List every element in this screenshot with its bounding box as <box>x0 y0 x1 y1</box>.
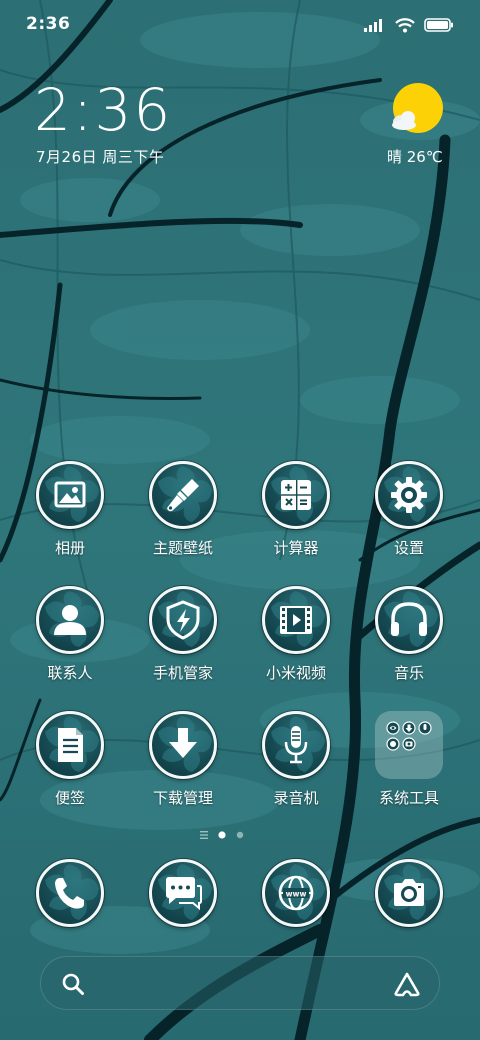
app-notes[interactable]: 便签 <box>15 711 125 823</box>
video-film-icon <box>271 591 325 647</box>
app-icon-button[interactable] <box>36 711 104 779</box>
home-list-icon <box>200 831 208 839</box>
dock-icon-button[interactable] <box>149 859 217 927</box>
status-icons <box>364 15 454 35</box>
calculator-icon <box>271 466 325 522</box>
dock-icon-button[interactable] <box>375 859 443 927</box>
app-label: 手机管家 <box>152 664 213 682</box>
app-video-film[interactable]: 小米视频 <box>241 586 351 698</box>
battery-icon <box>424 18 453 32</box>
phone-icon <box>45 864 99 920</box>
app-paintbrush[interactable]: 主题壁纸 <box>128 461 238 573</box>
app-contact-person[interactable]: 联系人 <box>15 586 125 698</box>
status-time: 2:36 <box>26 14 71 34</box>
app-icon-button[interactable] <box>262 586 330 654</box>
headphones-icon <box>384 591 438 647</box>
app-icon-button[interactable] <box>36 461 104 529</box>
status-bar: 2:36 <box>0 0 480 50</box>
contact-person-icon <box>45 591 99 647</box>
app-gallery[interactable]: 相册 <box>15 461 125 573</box>
app-icon-button[interactable] <box>262 461 330 529</box>
app-gear[interactable]: 设置 <box>354 461 464 573</box>
app-microphone[interactable]: 录音机 <box>241 711 351 823</box>
page-dot-1[interactable] <box>218 831 226 839</box>
dock-icon-button[interactable]: www <box>262 859 330 927</box>
weather-text[interactable]: 晴 26℃ <box>387 146 443 167</box>
wifi-icon <box>395 17 415 32</box>
dock-icon-button[interactable] <box>36 859 104 927</box>
app-label: 计算器 <box>273 539 319 557</box>
gallery-icon <box>45 466 99 522</box>
search-icon[interactable] <box>61 972 85 996</box>
messages-icon <box>158 864 212 920</box>
app-label: 相册 <box>54 539 85 557</box>
paintbrush-icon <box>158 466 212 522</box>
dock-camera[interactable] <box>354 859 464 971</box>
sun-cloud-icon[interactable] <box>388 82 446 138</box>
dock-phone[interactable] <box>15 859 125 971</box>
page-indicator[interactable] <box>200 829 250 841</box>
app-label: 小米视频 <box>265 664 326 682</box>
app-label: 下载管理 <box>152 789 213 807</box>
app-label: 联系人 <box>47 664 93 682</box>
app-label: 音乐 <box>393 664 424 682</box>
app-download-arrow[interactable]: 下载管理 <box>128 711 238 823</box>
signal-bars-icon <box>364 19 382 32</box>
app-label: 录音机 <box>273 789 319 807</box>
app-icon-button[interactable] <box>36 586 104 654</box>
clock-widget-date[interactable]: 7月26日 周三下午 <box>36 146 164 167</box>
app-icon-button[interactable] <box>149 711 217 779</box>
app-shield-bolt[interactable]: 手机管家 <box>128 586 238 698</box>
browser-globe-icon: www <box>271 864 325 920</box>
app-folder[interactable]: 系统工具 <box>354 711 464 823</box>
folder-icon[interactable] <box>375 711 443 779</box>
app-calculator[interactable]: 计算器 <box>241 461 351 573</box>
page-dot-2[interactable] <box>236 831 244 839</box>
dock-browser-globe[interactable]: www <box>241 859 351 971</box>
microphone-icon <box>271 716 325 772</box>
app-icon-button[interactable] <box>149 586 217 654</box>
shield-bolt-icon <box>158 591 212 647</box>
svg-text:www: www <box>286 890 307 899</box>
app-headphones[interactable]: 音乐 <box>354 586 464 698</box>
app-icon-button[interactable] <box>375 461 443 529</box>
app-label: 便签 <box>54 789 85 807</box>
app-label: 设置 <box>393 539 424 557</box>
assistant-icon[interactable] <box>393 971 421 997</box>
gear-icon <box>384 466 438 522</box>
app-icon-button[interactable] <box>375 586 443 654</box>
app-label: 主题壁纸 <box>152 539 213 557</box>
dock-messages[interactable] <box>128 859 238 971</box>
search-bar[interactable] <box>40 956 440 1010</box>
app-label: 系统工具 <box>378 789 439 807</box>
clock-widget-time[interactable]: 2:36 <box>34 78 172 142</box>
app-icon-button[interactable] <box>262 711 330 779</box>
notes-icon <box>45 716 99 772</box>
camera-icon <box>384 864 438 920</box>
download-arrow-icon <box>158 716 212 772</box>
app-icon-button[interactable] <box>149 461 217 529</box>
